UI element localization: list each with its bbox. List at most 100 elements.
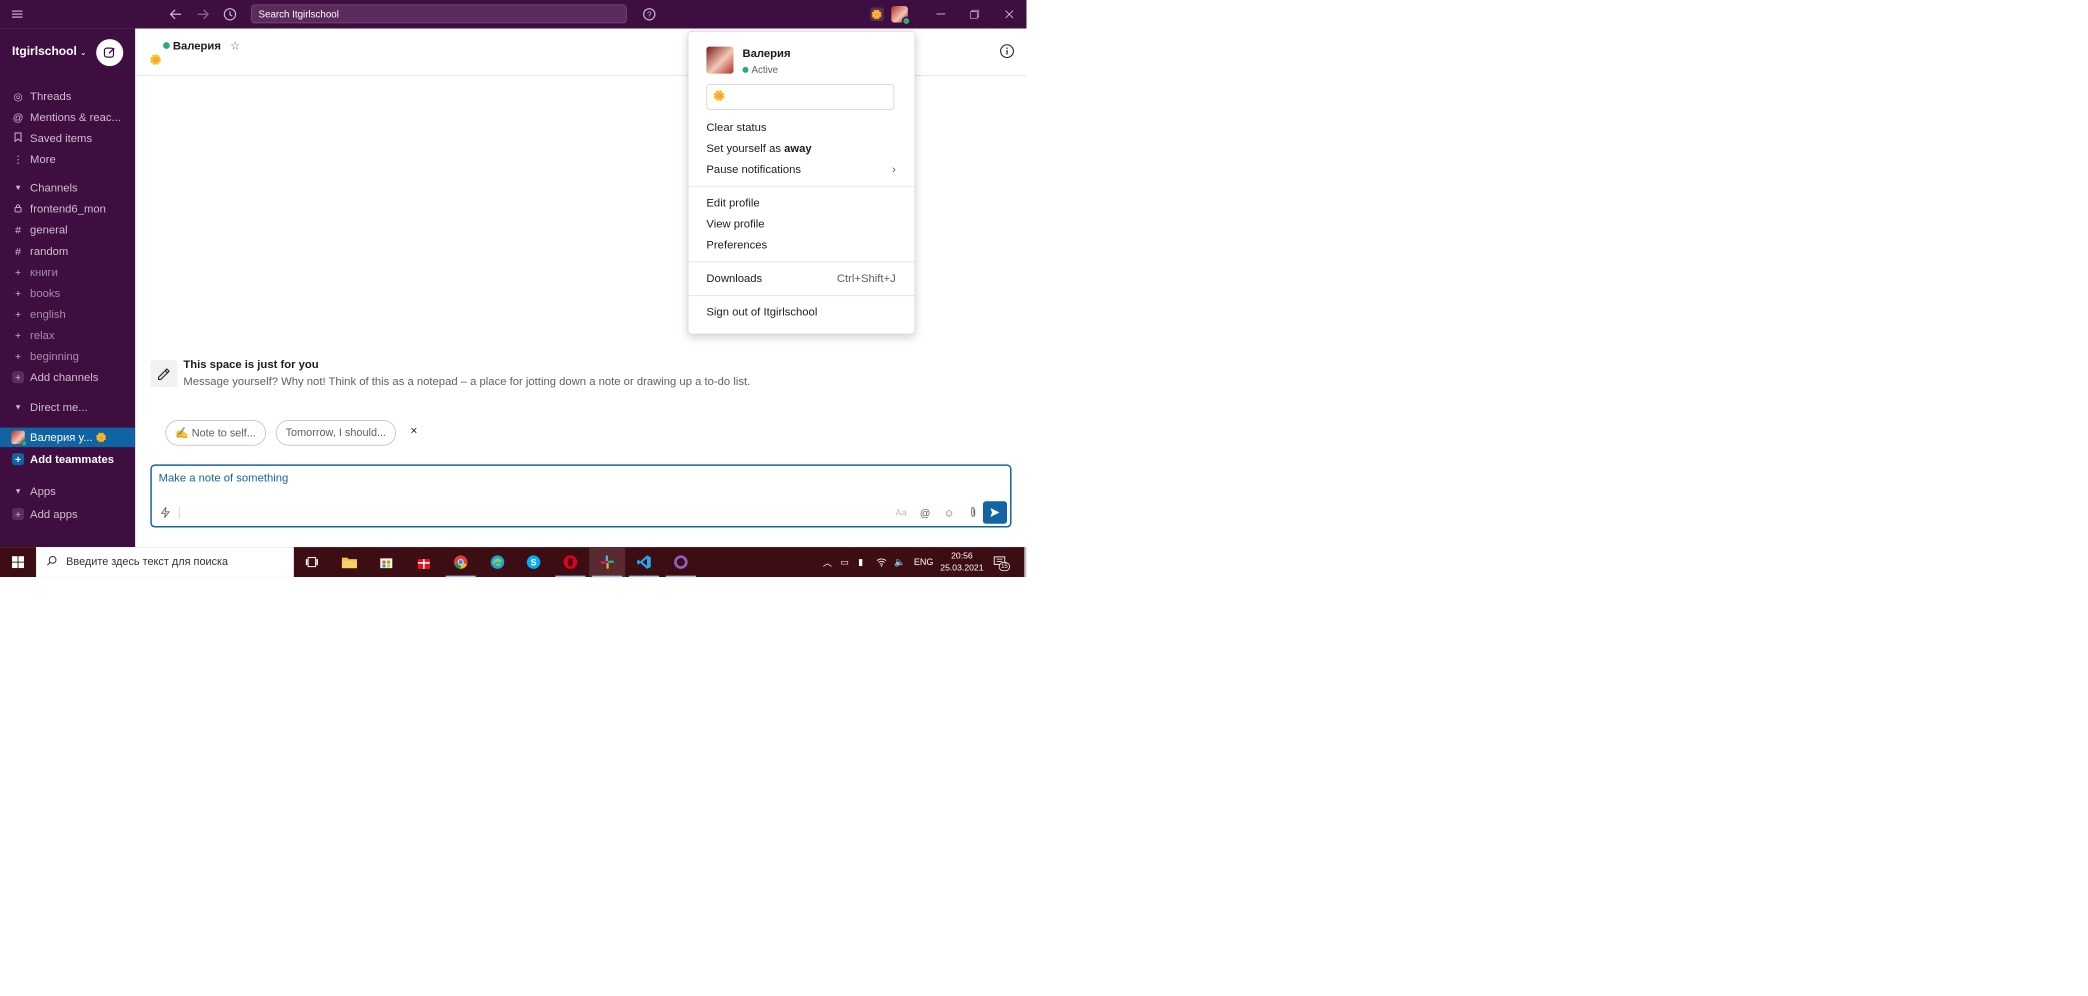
sidebar-item-random[interactable]: # random — [0, 241, 135, 261]
star-icon[interactable]: ☆ — [230, 40, 240, 53]
hash-icon: # — [15, 244, 21, 258]
store-icon[interactable] — [368, 547, 404, 577]
sidebar-item-dm-self[interactable]: Валерия y... 🌼 — [0, 427, 136, 448]
tray-device-icon[interactable]: ▭ — [840, 547, 849, 577]
status-emoji-icon[interactable]: 🌼 — [869, 0, 886, 29]
status-input[interactable]: 🌼 — [706, 84, 895, 110]
sidebar-item-knigi[interactable]: + книги — [0, 262, 135, 282]
history-clock-icon[interactable] — [221, 0, 239, 29]
caret-down-icon: ▼ — [14, 487, 22, 496]
notifications-icon[interactable]: 15 — [993, 547, 1011, 577]
formatting-icon[interactable]: Aa — [894, 505, 909, 520]
avatar — [11, 430, 28, 447]
emoji-icon[interactable]: ☺ — [942, 505, 957, 520]
add-teammates-button[interactable]: + Add teammates — [0, 449, 135, 469]
sidebar-item-label: Add channels — [30, 370, 99, 384]
battery-icon[interactable]: ▮ — [858, 547, 863, 577]
app-window: Search Itgirlschool ? 🌼 Itgirlschool ⌄ ◎ — [0, 0, 1027, 578]
svg-text:?: ? — [647, 10, 652, 19]
set-away-item[interactable]: Set yourself as away — [706, 142, 811, 155]
channels-section-header[interactable]: ▼ Channels — [0, 178, 135, 198]
svg-text:S: S — [531, 558, 537, 568]
task-view-icon[interactable] — [294, 547, 330, 577]
close-window-icon[interactable] — [1000, 0, 1018, 29]
sidebar-item-general[interactable]: # general — [0, 220, 135, 240]
channel-title[interactable]: Валерия ☆ — [163, 39, 240, 53]
attachment-paperclip-icon[interactable] — [966, 505, 981, 520]
restore-window-icon[interactable] — [966, 0, 984, 29]
windows-start-icon[interactable] — [0, 547, 36, 577]
add-icon: + — [12, 453, 25, 466]
edge-icon[interactable] — [479, 547, 515, 577]
sign-out-item[interactable]: Sign out of Itgirlschool — [706, 306, 817, 319]
add-channels-button[interactable]: + Add channels — [0, 367, 135, 387]
view-profile-item[interactable]: View profile — [706, 218, 764, 231]
sidebar-item-label: Add apps — [30, 507, 78, 521]
add-apps-button[interactable]: + Add apps — [0, 504, 135, 524]
workspace-switcher[interactable]: Itgirlschool ⌄ — [12, 45, 86, 59]
sidebar-item-saved[interactable]: Saved items — [0, 129, 135, 149]
sidebar-item-threads[interactable]: ◎ Threads — [0, 86, 135, 106]
divider — [178, 506, 180, 519]
tomorrow-chip[interactable]: Tomorrow, I should... — [275, 420, 396, 446]
edit-profile-item[interactable]: Edit profile — [706, 197, 759, 210]
sidebar-item-more[interactable]: ⋮ More — [0, 150, 135, 170]
skype-icon[interactable]: S — [516, 547, 552, 577]
message-input[interactable]: Make a note of something — [159, 472, 289, 485]
sidebar-item-english[interactable]: + english — [0, 304, 135, 324]
file-explorer-icon[interactable] — [331, 547, 367, 577]
clock-time: 20:56 — [951, 551, 973, 561]
active-indicator — [665, 575, 696, 578]
user-avatar[interactable] — [890, 0, 911, 29]
minimize-window-icon[interactable] — [932, 0, 950, 29]
forward-arrow-icon[interactable] — [194, 0, 212, 29]
clear-status-item[interactable]: Clear status — [706, 121, 766, 134]
divider — [688, 186, 915, 188]
info-icon[interactable] — [999, 44, 1014, 63]
message-composer[interactable]: Make a note of something Aa @ ☺ — [150, 464, 1012, 528]
hamburger-menu-icon[interactable] — [9, 0, 26, 29]
opera-icon[interactable] — [552, 547, 588, 578]
chrome-icon[interactable] — [443, 547, 479, 578]
sidebar-item-label: Add teammates — [30, 452, 115, 466]
send-icon — [990, 508, 1000, 518]
sidebar-item-frontend6_mon[interactable]: frontend6_mon — [0, 199, 135, 219]
add-icon-wrap: + — [11, 508, 26, 521]
sidebar-item-label: Валерия y... — [30, 430, 93, 444]
compose-button[interactable] — [96, 39, 124, 67]
clock[interactable]: 20:56 25.03.2021 — [940, 547, 983, 577]
search-input[interactable]: Search Itgirlschool — [251, 4, 627, 24]
close-chips-icon[interactable]: × — [410, 425, 417, 439]
wifi-icon[interactable] — [876, 547, 887, 577]
section-label: Channels — [30, 181, 78, 195]
apps-section-header[interactable]: ▼ Apps — [0, 482, 135, 502]
sidebar-item-books[interactable]: + books — [0, 283, 135, 303]
back-arrow-icon[interactable] — [167, 0, 185, 29]
dm-section-header[interactable]: ▼ Direct me... — [0, 398, 135, 418]
preferences-item[interactable]: Preferences — [706, 239, 767, 252]
sidebar-item-mentions[interactable]: @ Mentions & reac... — [0, 107, 135, 127]
plus-icon: + — [14, 287, 22, 300]
note-to-self-chip[interactable]: ✍️ Note to self... — [165, 420, 266, 446]
pause-notifications-item[interactable]: Pause notifications › — [706, 163, 895, 176]
github-desktop-icon[interactable] — [663, 547, 699, 578]
downloads-item[interactable]: Downloads Ctrl+Shift+J — [706, 272, 895, 285]
divider — [688, 295, 915, 297]
vscode-icon[interactable] — [626, 547, 662, 578]
taskbar-search-input[interactable]: Введите здесь текст для поиска — [36, 547, 294, 578]
volume-icon[interactable]: 🔈 — [894, 547, 905, 577]
presence-dot — [742, 66, 749, 73]
send-button[interactable] — [982, 501, 1008, 524]
shortcuts-lightning-icon[interactable] — [158, 505, 173, 520]
slack-icon[interactable] — [589, 547, 626, 578]
sidebar-item-label: frontend6_mon — [30, 202, 106, 216]
workspace-name: Itgirlschool — [12, 45, 77, 58]
gift-app-icon[interactable] — [406, 547, 442, 577]
sidebar-item-relax[interactable]: + relax — [0, 325, 135, 345]
language-indicator[interactable]: ENG — [914, 547, 934, 577]
help-icon[interactable]: ? — [640, 0, 658, 29]
tray-chevron-up-icon[interactable]: ︿ — [823, 547, 832, 577]
show-desktop-button[interactable] — [1024, 547, 1027, 578]
sidebar-item-beginning[interactable]: + beginning — [0, 346, 135, 366]
mention-at-icon[interactable]: @ — [918, 505, 933, 520]
